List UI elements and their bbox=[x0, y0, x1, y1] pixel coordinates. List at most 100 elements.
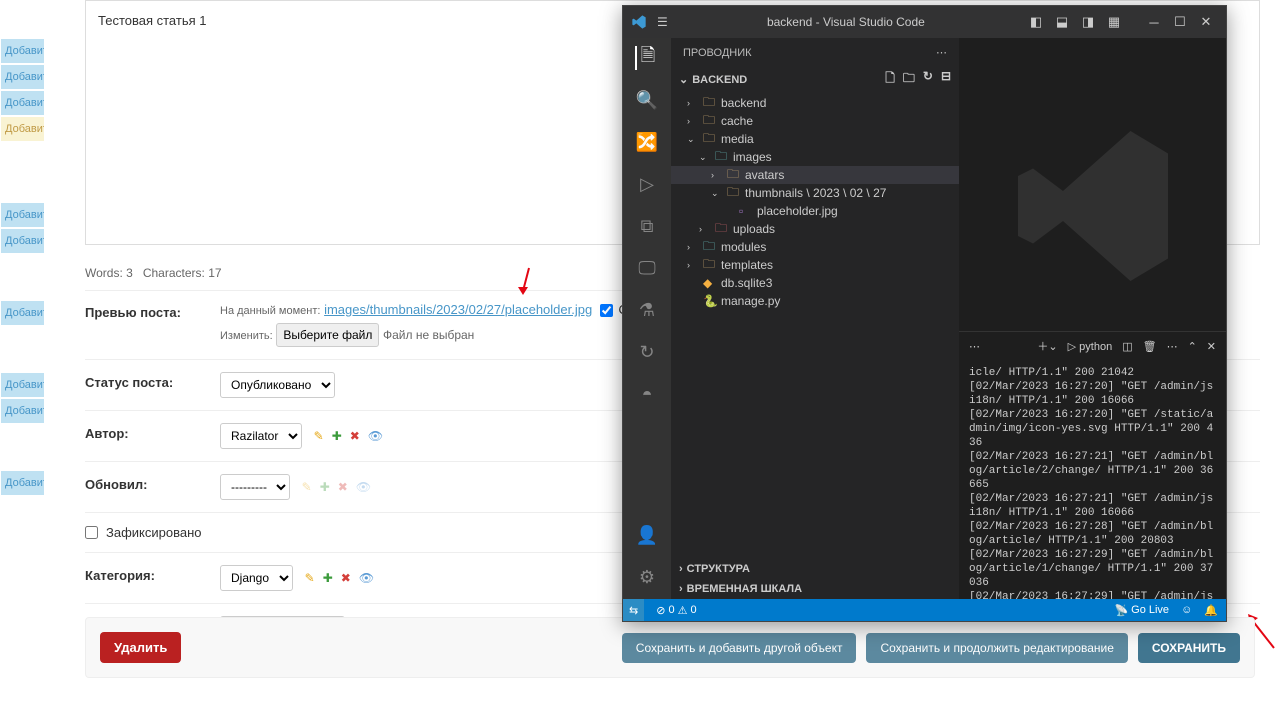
editor-main: ⋯ ＋⌄ ▷ python ◫ 🗑 ⋯ ⌃ ✕ icle/ HTTP/1.1" … bbox=[959, 38, 1226, 599]
terminal-more-icon2[interactable]: ⋯ bbox=[1167, 340, 1178, 353]
add-button[interactable]: Добавить bbox=[0, 398, 45, 424]
timeline-section[interactable]: ›ВРЕМЕННАЯ ШКАЛА bbox=[671, 579, 959, 599]
fixed-checkbox[interactable] bbox=[85, 526, 98, 539]
new-folder-icon[interactable]: 🗀 bbox=[903, 69, 915, 90]
tree-folder[interactable]: ⌄🗀images bbox=[671, 148, 959, 166]
sidebar-explorer: ПРОВОДНИК ⋯ ⌄ BACKEND 🗋 🗀 ↻ ⊟ ›🗀backend … bbox=[671, 38, 959, 599]
layout-sidebar-left-icon[interactable]: ◧ bbox=[1024, 11, 1048, 33]
new-file-icon[interactable]: 🗋 bbox=[885, 69, 895, 90]
add-button[interactable]: Добавить bbox=[0, 38, 45, 64]
explorer-title: ПРОВОДНИК bbox=[683, 47, 752, 59]
edit-icon[interactable]: ✎ bbox=[305, 571, 315, 585]
kill-terminal-icon[interactable]: 🗑 bbox=[1143, 340, 1157, 353]
save-continue-button[interactable]: Сохранить и продолжить редактирование bbox=[866, 633, 1127, 663]
tree-folder[interactable]: ›🗀backend bbox=[671, 94, 959, 112]
go-live-button[interactable]: 📡 Go Live bbox=[1114, 604, 1169, 617]
terminal-output[interactable]: icle/ HTTP/1.1" 200 21042 [02/Mar/2023 1… bbox=[959, 360, 1226, 599]
layout-grid-icon[interactable]: ▦ bbox=[1102, 11, 1126, 33]
vscode-titlebar[interactable]: ☰ backend - Visual Studio Code ◧ ⬓ ◨ ▦ ─… bbox=[623, 6, 1226, 38]
category-select[interactable]: Django bbox=[220, 565, 293, 591]
fixed-label: Зафиксировано bbox=[106, 525, 202, 540]
maximize-panel-icon[interactable]: ⌃ bbox=[1188, 340, 1197, 353]
label-preview: Превью поста: bbox=[85, 302, 220, 320]
testing-icon[interactable]: ⚗ bbox=[635, 298, 659, 322]
refresh-icon[interactable]: ↻ bbox=[923, 69, 933, 90]
menu-icon[interactable]: ☰ bbox=[657, 15, 668, 29]
no-file-label: Файл не выбран bbox=[383, 328, 474, 342]
updated-select[interactable]: --------- bbox=[220, 474, 290, 500]
more-icon[interactable]: ⋯ bbox=[936, 46, 947, 59]
submit-row: Удалить Сохранить и добавить другой объе… bbox=[85, 617, 1255, 678]
status-bar: ⇆ ⊘ 0 ⚠ 0 📡 Go Live ☺ 🔔 bbox=[623, 599, 1226, 621]
layout-panel-icon[interactable]: ⬓ bbox=[1050, 11, 1074, 33]
tree-folder[interactable]: ⌄🗀media bbox=[671, 130, 959, 148]
add-button[interactable]: Добавить bbox=[0, 300, 45, 326]
tree-folder[interactable]: ›🗀uploads bbox=[671, 220, 959, 238]
minimize-icon[interactable]: ─ bbox=[1142, 11, 1166, 33]
edit-icon-disabled: ✎ bbox=[302, 480, 312, 494]
view-icon-disabled: 👁 bbox=[356, 480, 371, 494]
tree-file-placeholder[interactable]: ▫placeholder.jpg bbox=[671, 202, 959, 220]
add-button[interactable]: Добавить bbox=[0, 228, 45, 254]
source-control-icon[interactable]: 🔀 bbox=[635, 130, 659, 154]
outline-section[interactable]: ›СТРУКТУРА bbox=[671, 559, 959, 579]
add-button[interactable]: Добавить bbox=[0, 64, 45, 90]
accounts-icon[interactable]: 👤 bbox=[635, 523, 659, 547]
feedback-icon[interactable]: ☺ bbox=[1181, 604, 1192, 616]
docker-icon[interactable]: ◓ bbox=[635, 382, 659, 406]
vscode-logo-icon bbox=[631, 14, 647, 30]
activity-bar: 🗎 🔍 🔀 ▷ ⧉ 🖵 ⚗ ↻ ◓ 👤 ⚙ bbox=[623, 38, 671, 599]
add-button[interactable]: Добавить bbox=[0, 470, 45, 496]
save-button[interactable]: СОХРАНИТЬ bbox=[1138, 633, 1240, 663]
extensions-icon[interactable]: ⧉ bbox=[635, 214, 659, 238]
author-select[interactable]: Razilator bbox=[220, 423, 302, 449]
tree-folder[interactable]: ›🗀cache bbox=[671, 112, 959, 130]
maximize-icon[interactable]: ☐ bbox=[1168, 11, 1192, 33]
sync-icon[interactable]: ↻ bbox=[635, 340, 659, 364]
tree-folder[interactable]: ›🗀modules bbox=[671, 238, 959, 256]
close-panel-icon[interactable]: ✕ bbox=[1207, 340, 1216, 353]
remote-explorer-icon[interactable]: 🖵 bbox=[635, 256, 659, 280]
add-button[interactable]: Добавить bbox=[0, 90, 45, 116]
add-button[interactable]: Добавить bbox=[0, 372, 45, 398]
choose-file-button[interactable]: Выберите файл bbox=[276, 323, 379, 347]
delete-icon[interactable]: ✖ bbox=[341, 571, 351, 585]
chevron-down-icon[interactable]: ⌄ bbox=[679, 73, 688, 86]
tree-folder[interactable]: ›🗀templates bbox=[671, 256, 959, 274]
delete-icon[interactable]: ✖ bbox=[350, 429, 360, 443]
new-terminal-icon[interactable]: ＋⌄ bbox=[1037, 338, 1057, 354]
collapse-all-icon[interactable]: ⊟ bbox=[941, 69, 951, 90]
tree-file[interactable]: ◆db.sqlite3 bbox=[671, 274, 959, 292]
search-icon[interactable]: 🔍 bbox=[635, 88, 659, 112]
add-icon[interactable]: ✚ bbox=[323, 571, 333, 585]
settings-gear-icon[interactable]: ⚙ bbox=[635, 565, 659, 589]
layout-sidebar-right-icon[interactable]: ◨ bbox=[1076, 11, 1100, 33]
problems-indicator[interactable]: ⊘ 0 ⚠ 0 bbox=[656, 604, 696, 617]
tree-file[interactable]: 🐍manage.py bbox=[671, 292, 959, 310]
add-button-active[interactable]: Добавить bbox=[0, 116, 45, 142]
view-icon[interactable]: 👁 bbox=[359, 571, 374, 585]
split-terminal-icon[interactable]: ◫ bbox=[1122, 340, 1132, 353]
tree-folder-avatars[interactable]: ›🗀avatars bbox=[671, 166, 959, 184]
status-select[interactable]: Опубликовано bbox=[220, 372, 335, 398]
close-icon[interactable]: ✕ bbox=[1194, 11, 1218, 33]
terminal-more-icon[interactable]: ⋯ bbox=[969, 340, 980, 353]
clear-checkbox[interactable] bbox=[600, 304, 613, 317]
add-icon[interactable]: ✚ bbox=[332, 429, 342, 443]
add-button[interactable]: Добавить bbox=[0, 202, 45, 228]
preview-path-link[interactable]: images/thumbnails/2023/02/27/placeholder… bbox=[324, 302, 592, 317]
terminal-shell[interactable]: ▷ python bbox=[1068, 340, 1113, 353]
run-debug-icon[interactable]: ▷ bbox=[635, 172, 659, 196]
tree-folder-thumbnails[interactable]: ⌄🗀thumbnails \ 2023 \ 02 \ 27 bbox=[671, 184, 959, 202]
add-icon[interactable]: ✚ bbox=[320, 480, 330, 494]
delete-icon-disabled: ✖ bbox=[338, 480, 348, 494]
annotation-arrow bbox=[515, 265, 535, 300]
delete-button[interactable]: Удалить bbox=[100, 632, 181, 663]
remote-indicator[interactable]: ⇆ bbox=[623, 599, 644, 621]
explorer-icon[interactable]: 🗎 bbox=[635, 46, 659, 70]
save-add-another-button[interactable]: Сохранить и добавить другой объект bbox=[622, 633, 857, 663]
workspace-name: BACKEND bbox=[692, 74, 747, 86]
edit-icon[interactable]: ✎ bbox=[314, 429, 324, 443]
notifications-icon[interactable]: 🔔 bbox=[1204, 604, 1218, 617]
view-icon[interactable]: 👁 bbox=[368, 429, 383, 443]
